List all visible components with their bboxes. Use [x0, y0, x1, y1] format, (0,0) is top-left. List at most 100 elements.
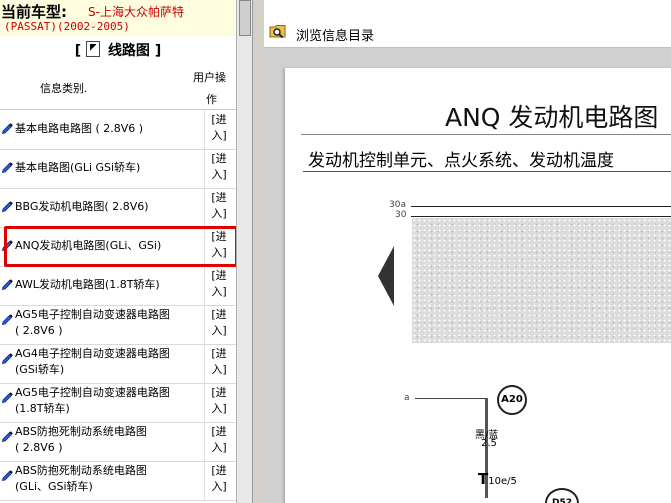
browse-folder-icon[interactable] [269, 23, 287, 39]
item-title-line1[interactable]: ANQ发动机电路图(GLi、GSi) [15, 238, 161, 254]
wire-a-label: a [404, 393, 410, 403]
pencil-icon [1, 201, 13, 213]
car-model-value: S-上海大众帕萨特 [88, 5, 184, 19]
column-divider [204, 110, 205, 149]
enter-button-line1[interactable]: [进 [206, 112, 232, 128]
enter-button-line1[interactable]: [进 [206, 307, 232, 323]
viewer-toolbar: 浏览信息目录 [264, 0, 671, 48]
pencil-icon [1, 353, 13, 365]
wire-a-line [415, 398, 485, 399]
column-divider [204, 344, 205, 383]
car-model-years: (PASSAT)(2002-2005) [4, 20, 130, 33]
enter-button-line2[interactable]: 入] [206, 440, 232, 456]
enter-button-line2[interactable]: 入] [206, 128, 232, 144]
section-title: [ 线路图 ] [0, 40, 236, 60]
enter-button-line1[interactable]: [进 [206, 151, 232, 167]
section-bracket-open: [ [74, 43, 82, 59]
document-viewer: 浏览信息目录 ANQ 发动机电路图 发动机控制单元、点火系统、发动机温度 30a… [264, 0, 671, 503]
item-title-line2[interactable]: ( 2.8V6 ) [15, 440, 63, 456]
list-item[interactable]: BBG发动机电路图( 2.8V6) [进 入] [0, 188, 236, 228]
wiring-diagram-page: ANQ 发动机电路图 发动机控制单元、点火系统、发动机温度 30a 30 a A… [285, 68, 671, 503]
item-title-line2[interactable]: (GLi、GSi轿车) [15, 479, 93, 495]
enter-button-line1[interactable]: [进 [206, 346, 232, 362]
item-title-line1[interactable]: AG5电子控制自动变速器电路图 [15, 385, 170, 401]
car-model-label: 当前车型: [1, 3, 67, 21]
subtitle-rule [303, 171, 671, 172]
node-a20: A20 [497, 385, 527, 415]
item-title-line1[interactable]: 基本电路电路图 ( 2.8V6 ) [15, 121, 143, 137]
scrollbar-thumb[interactable] [239, 0, 251, 36]
pencil-icon [1, 123, 13, 135]
section-bracket-close: ] [154, 43, 162, 59]
item-title-line1[interactable]: ABS防抱死制动系统电路图 [15, 424, 147, 440]
item-title-line1[interactable]: AG4电子控制自动变速器电路图 [15, 346, 170, 362]
enter-button-line2[interactable]: 入] [206, 323, 232, 339]
enter-button-line1[interactable]: [进 [206, 385, 232, 401]
pencil-icon [1, 162, 13, 174]
rail-30-line [411, 216, 671, 217]
connector-t-sub: 10e/5 [488, 476, 517, 487]
left-scrollbar[interactable] [236, 0, 252, 503]
rail-30a-line [411, 206, 671, 207]
enter-button-line1[interactable]: [进 [206, 268, 232, 284]
pencil-icon [1, 314, 13, 326]
title-rule [301, 134, 671, 135]
pencil-icon [1, 392, 13, 404]
enter-button-line1[interactable]: [进 [206, 463, 232, 479]
section-title-text: 线路图 [107, 43, 150, 59]
control-unit-block [412, 218, 671, 343]
list-item[interactable]: 基本电路电路图 ( 2.8V6 ) [进 入] [0, 110, 236, 150]
column-header-category: 信息类别. [40, 82, 88, 95]
item-title-line1[interactable]: AWL发动机电路图(1.8T轿车) [15, 277, 160, 293]
browse-catalog-link[interactable]: 浏览信息目录 [296, 25, 374, 44]
item-title-line2[interactable]: (1.8T轿车) [15, 401, 70, 417]
item-title-line1[interactable]: 基本电路图(GLi GSi轿车) [15, 160, 140, 176]
enter-button-line2[interactable]: 入] [206, 284, 232, 300]
item-title-line2[interactable]: (GSi轿车) [15, 362, 64, 378]
diagram-subtitle: 发动机控制单元、点火系统、发动机温度 [308, 151, 614, 171]
enter-button-line2[interactable]: 入] [206, 167, 232, 183]
diagram-title: ANQ 发动机电路图 [445, 103, 659, 132]
column-divider [204, 227, 205, 266]
list-item[interactable]: AG5电子控制自动变速器电路图 (1.8T轿车) [进 入] [0, 383, 236, 423]
pencil-icon [1, 240, 13, 252]
node-d52: D52 [545, 488, 579, 503]
category-panel: 当前车型: S-上海大众帕萨特 (PASSAT)(2002-2005) [ 线路… [0, 0, 236, 503]
connector-t-label: T10e/5 [478, 470, 517, 488]
list-item[interactable]: AG4电子控制自动变速器电路图 (GSi轿车) [进 入] [0, 344, 236, 384]
wire-gauge-label: 2.5 [481, 438, 497, 449]
item-title-line1[interactable]: AG5电子控制自动变速器电路图 [15, 307, 170, 323]
list-item[interactable]: AG5电子控制自动变速器电路图( 2.8V6 ) [进 入] [0, 305, 236, 345]
column-divider [204, 266, 205, 305]
item-title-line2[interactable]: ( 2.8V6 ) [15, 323, 63, 339]
enter-button-line2[interactable]: 入] [206, 479, 232, 495]
wiring-doc-icon [86, 41, 101, 57]
column-divider [204, 461, 205, 500]
rail-30a-label: 30a [389, 200, 406, 210]
column-header-operation-line1: 用户操 [193, 71, 226, 84]
enter-button-line1[interactable]: [进 [206, 424, 232, 440]
column-divider [204, 188, 205, 227]
enter-button-line2[interactable]: 入] [206, 206, 232, 222]
pencil-icon [1, 470, 13, 482]
column-divider [204, 149, 205, 188]
list-item[interactable]: AWL发动机电路图(1.8T轿车) [进 入] [0, 266, 236, 306]
pencil-icon [1, 279, 13, 291]
pencil-icon [1, 431, 13, 443]
rail-30-label: 30 [395, 210, 407, 220]
list-item[interactable]: ABS防抱死制动系统电路图 (GLi、GSi轿车) [进 入] [0, 461, 236, 501]
enter-button-line2[interactable]: 入] [206, 245, 232, 261]
enter-button-line2[interactable]: 入] [206, 401, 232, 417]
enter-button-line2[interactable]: 入] [206, 362, 232, 378]
enter-button-line1[interactable]: [进 [206, 229, 232, 245]
list-item[interactable]: ANQ发动机电路图(GLi、GSi) [进 入] [0, 227, 236, 267]
previous-page-arrow-icon[interactable] [378, 246, 394, 306]
enter-button-line1[interactable]: [进 [206, 190, 232, 206]
item-title-line1[interactable]: ABS防抱死制动系统电路图 [15, 463, 147, 479]
item-title-line1[interactable]: BBG发动机电路图( 2.8V6) [15, 199, 149, 215]
column-header-operation-line2: 作 [206, 93, 217, 106]
column-divider [204, 383, 205, 422]
list-item[interactable]: 基本电路图(GLi GSi轿车) [进 入] [0, 149, 236, 189]
list-item[interactable]: ABS防抱死制动系统电路图( 2.8V6 ) [进 入] [0, 422, 236, 462]
connector-t-letter: T [478, 470, 489, 488]
